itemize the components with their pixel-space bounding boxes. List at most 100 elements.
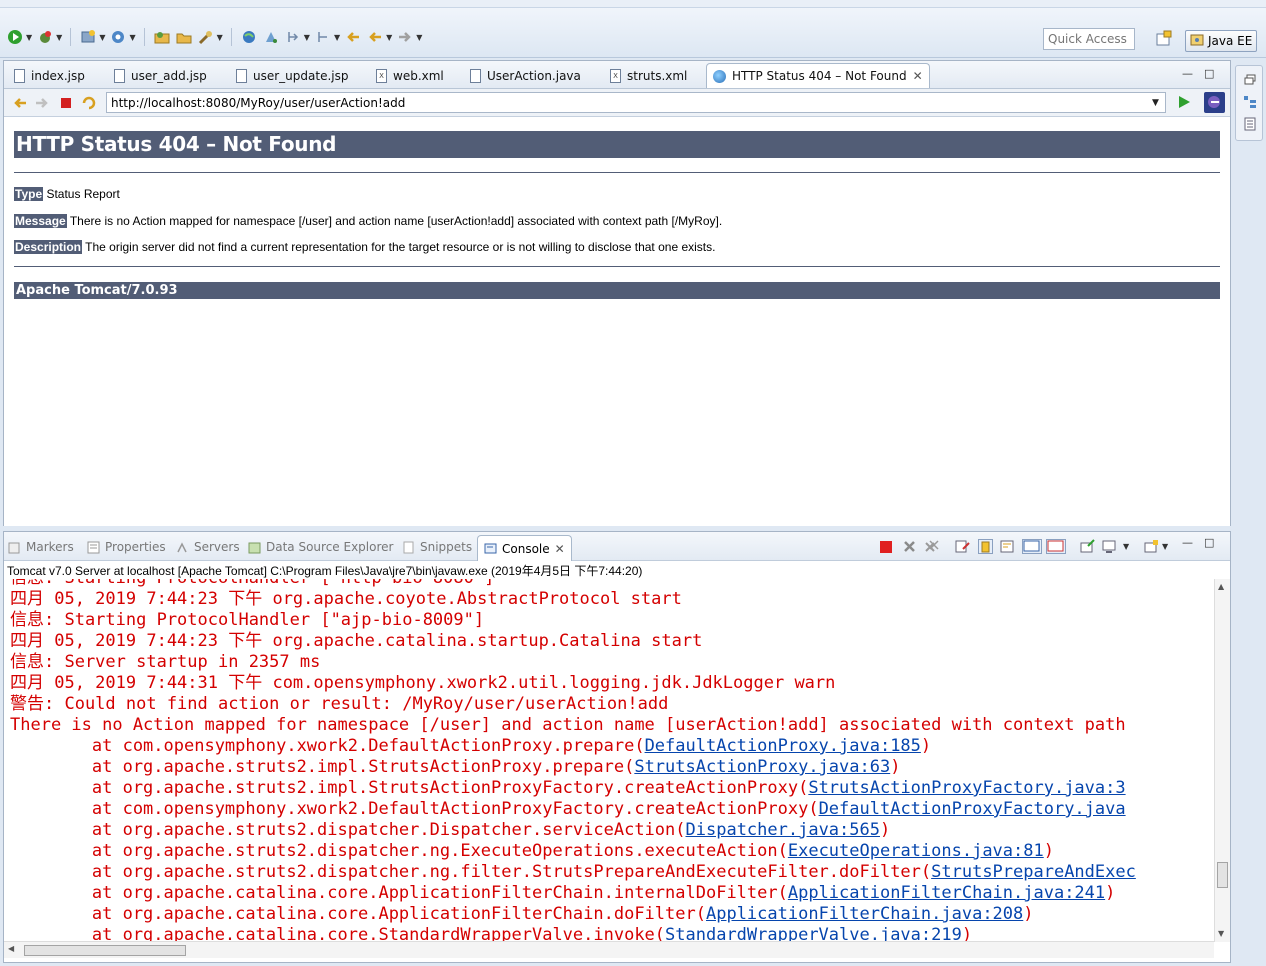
- scroll-left-icon[interactable]: ◀: [8, 944, 14, 953]
- horizontal-scroll-thumb[interactable]: [24, 945, 186, 956]
- url-history-dropdown-icon[interactable]: ▼: [1152, 98, 1159, 108]
- minimize-icon[interactable]: —: [1182, 67, 1193, 80]
- show-console-on-stdout-icon[interactable]: [1022, 539, 1042, 554]
- stacktrace-link[interactable]: ExecuteOperations.java:81: [788, 841, 1044, 861]
- outline-icon[interactable]: [1243, 95, 1257, 109]
- debug-dropdown-icon[interactable]: ▼: [56, 33, 62, 42]
- search-tool-icon[interactable]: [197, 28, 215, 46]
- browser-back-icon[interactable]: [12, 95, 28, 111]
- divider: [14, 172, 1220, 173]
- new-server-dropdown-icon[interactable]: ▼: [99, 33, 105, 42]
- previous-annotation-icon[interactable]: [314, 28, 332, 46]
- open-perspective-icon[interactable]: [1155, 30, 1173, 48]
- browser-stop-icon[interactable]: [58, 95, 74, 111]
- clear-console-icon[interactable]: [955, 539, 970, 554]
- word-wrap-icon[interactable]: [1000, 539, 1015, 554]
- show-console-on-stderr-icon[interactable]: [1046, 539, 1066, 554]
- stacktrace-link[interactable]: ApplicationFilterChain.java:241: [788, 883, 1105, 903]
- xml-file-icon: X: [376, 68, 387, 83]
- close-icon[interactable]: ✕: [913, 69, 923, 83]
- vertical-scroll-thumb[interactable]: [1217, 862, 1228, 888]
- pin-console-icon[interactable]: [1080, 539, 1095, 554]
- maximize-icon[interactable]: □: [1204, 536, 1214, 549]
- maximize-icon[interactable]: □: [1204, 67, 1214, 80]
- forward-icon[interactable]: [396, 28, 414, 46]
- browser-forward-icon[interactable]: [34, 95, 50, 111]
- display-selected-console-icon[interactable]: [1102, 539, 1117, 554]
- console-line-text: 信息: Starting ProtocolHandler ["http-bio-…: [10, 579, 494, 588]
- tab-struts-xml[interactable]: X struts.xml: [604, 63, 693, 88]
- scroll-up-icon[interactable]: ▲: [1218, 582, 1224, 591]
- open-console-dropdown-icon[interactable]: ▼: [1162, 542, 1168, 551]
- eclipse-browser-icon[interactable]: [1204, 92, 1225, 113]
- tab-web-xml[interactable]: X web.xml: [370, 63, 450, 88]
- stacktrace-link[interactable]: StrutsActionProxyFactory.java:3: [808, 778, 1125, 798]
- toggle-breakpoint-icon[interactable]: [262, 28, 280, 46]
- toolbar-separator: [70, 28, 72, 46]
- new-server-icon[interactable]: [79, 28, 97, 46]
- tab-properties[interactable]: Properties: [87, 537, 166, 557]
- tab-http-status-404[interactable]: HTTP Status 404 – Not Found ✕: [706, 63, 930, 88]
- console-line-text: at org.apache.catalina.core.StandardWrap…: [10, 925, 666, 941]
- back-icon[interactable]: [366, 28, 384, 46]
- close-icon[interactable]: ✕: [555, 542, 565, 556]
- remove-launch-icon[interactable]: [902, 539, 917, 554]
- next-annotation-icon[interactable]: [284, 28, 302, 46]
- open-folder-icon[interactable]: [175, 28, 193, 46]
- external-tools-dropdown-icon[interactable]: ▼: [129, 33, 135, 42]
- tab-user-update-jsp[interactable]: user_update.jsp: [230, 63, 354, 88]
- tab-useraction-java[interactable]: UserAction.java: [464, 63, 587, 88]
- minimize-icon[interactable]: —: [1182, 536, 1193, 549]
- search-tool-dropdown-icon[interactable]: ▼: [217, 33, 223, 42]
- scroll-lock-icon[interactable]: [978, 539, 993, 554]
- debug-icon[interactable]: [36, 28, 54, 46]
- tab-console[interactable]: Console ✕: [477, 535, 572, 561]
- display-console-dropdown-icon[interactable]: ▼: [1123, 542, 1129, 551]
- message-value: There is no Action mapped for namespace …: [66, 214, 723, 228]
- quick-access-input[interactable]: [1043, 28, 1135, 50]
- external-tools-icon[interactable]: [109, 28, 127, 46]
- tab-snippets[interactable]: Snippets: [402, 537, 472, 557]
- tab-index-jsp[interactable]: index.jsp: [8, 63, 91, 88]
- scroll-down-icon[interactable]: ▼: [1218, 929, 1224, 938]
- stacktrace-link[interactable]: DefaultActionProxyFactory.java: [819, 799, 1126, 819]
- web-browser-icon[interactable]: [240, 28, 258, 46]
- forward-dropdown-icon[interactable]: ▼: [416, 33, 422, 42]
- open-type-icon[interactable]: [153, 28, 171, 46]
- go-icon[interactable]: [1176, 94, 1192, 110]
- run-dropdown-icon[interactable]: ▼: [26, 33, 32, 42]
- tab-markers[interactable]: Markers: [8, 537, 74, 557]
- stacktrace-link[interactable]: DefaultActionProxy.java:185: [645, 736, 921, 756]
- console-line-text: at org.apache.struts2.dispatcher.ng.filt…: [10, 862, 932, 882]
- browser-refresh-icon[interactable]: [81, 95, 97, 111]
- next-annotation-dropdown-icon[interactable]: ▼: [304, 33, 310, 42]
- last-edit-location-icon[interactable]: [344, 28, 362, 46]
- open-console-icon[interactable]: [1144, 539, 1159, 554]
- console-line: 四月 05, 2019 7:44:31 下午 com.opensymphony.…: [10, 673, 1214, 694]
- console-line: at org.apache.catalina.core.ApplicationF…: [10, 904, 1214, 925]
- java-ee-perspective-button[interactable]: Java EE: [1185, 30, 1257, 52]
- tab-label: Console: [502, 541, 550, 556]
- stacktrace-link[interactable]: Dispatcher.java:565: [686, 820, 880, 840]
- tab-user-add-jsp[interactable]: user_add.jsp: [108, 63, 213, 88]
- horizontal-scrollbar[interactable]: ◀: [4, 941, 1214, 958]
- console-line-tail: ): [1023, 904, 1034, 924]
- description-value: The origin server did not find a current…: [82, 240, 716, 254]
- stacktrace-link[interactable]: StrutsPrepareAndExec: [931, 862, 1136, 882]
- vertical-scrollbar[interactable]: ▲ ▼: [1214, 579, 1230, 942]
- stacktrace-link[interactable]: StrutsActionProxy.java:63: [634, 757, 890, 777]
- restore-icon[interactable]: [1243, 73, 1257, 87]
- tab-data-source-explorer[interactable]: Data Source Explorer: [248, 537, 393, 557]
- remove-all-terminated-icon[interactable]: [924, 539, 939, 554]
- tab-servers[interactable]: Servers: [176, 537, 240, 557]
- editor-area: index.jsp user_add.jsp user_update.jsp X…: [3, 60, 1231, 526]
- stacktrace-link[interactable]: ApplicationFilterChain.java:208: [706, 904, 1023, 924]
- stacktrace-link[interactable]: StandardWrapperValve.java:219: [665, 925, 962, 941]
- console-output[interactable]: 信息: Starting ProtocolHandler ["http-bio-…: [4, 579, 1214, 941]
- task-list-icon[interactable]: [1243, 117, 1257, 131]
- terminate-icon[interactable]: [880, 541, 892, 553]
- previous-annotation-dropdown-icon[interactable]: ▼: [334, 33, 340, 42]
- url-input[interactable]: [106, 92, 1166, 113]
- back-dropdown-icon[interactable]: ▼: [386, 33, 392, 42]
- run-icon[interactable]: [6, 28, 24, 46]
